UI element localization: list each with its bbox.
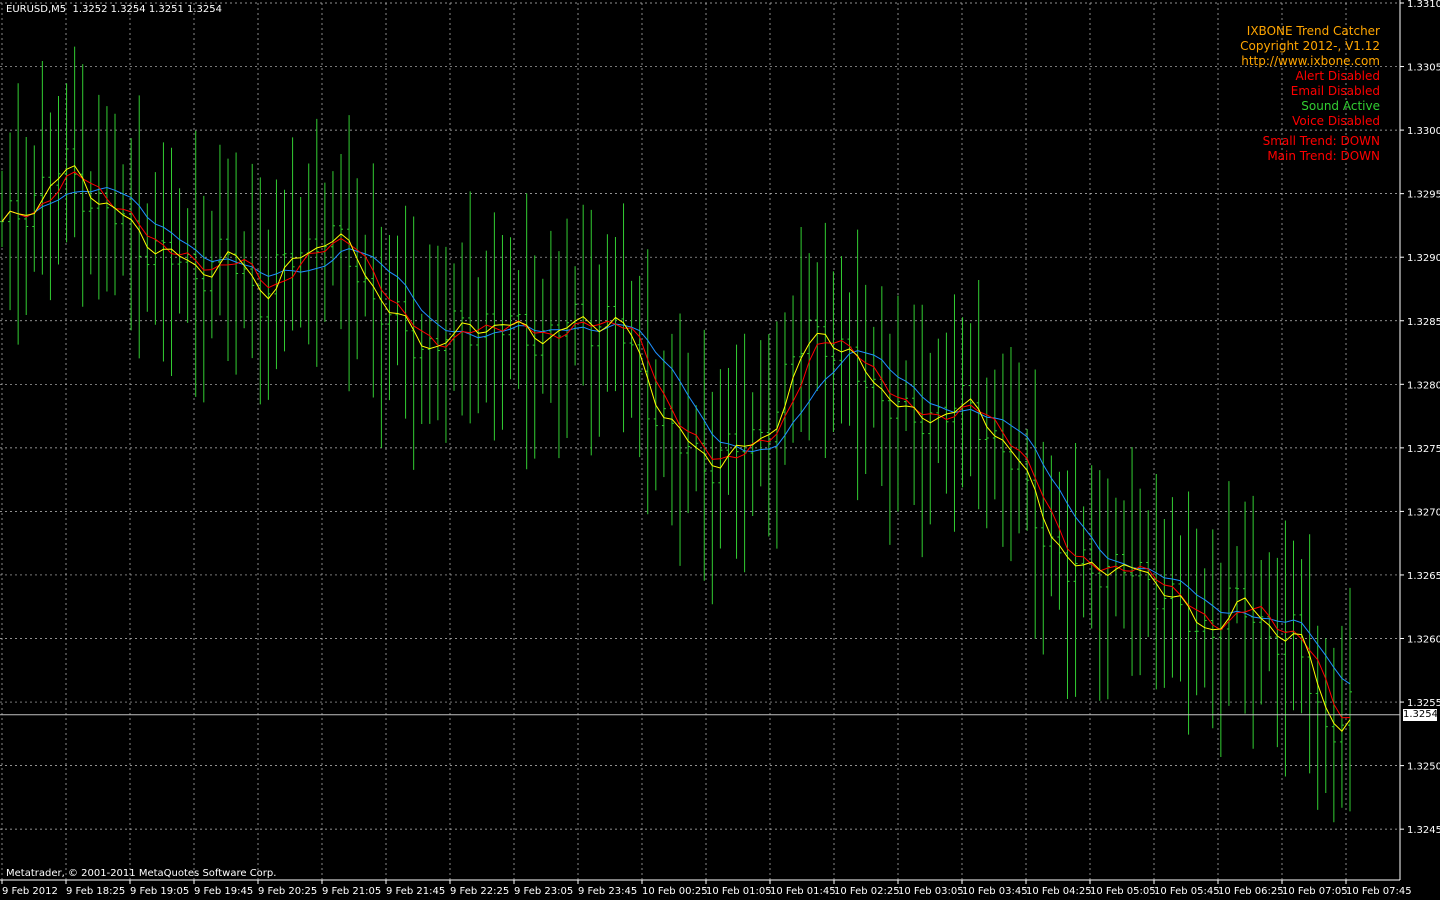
y-tick-label: 1.3290 bbox=[1407, 253, 1440, 264]
y-tick-label: 1.3285 bbox=[1407, 317, 1440, 328]
y-tick-label: 1.3270 bbox=[1407, 507, 1440, 518]
x-tick-label: 9 Feb 19:05 bbox=[130, 886, 189, 897]
x-tick-label: 9 Feb 22:25 bbox=[450, 886, 509, 897]
x-tick-label: 10 Feb 05:05 bbox=[1090, 886, 1156, 897]
indicator-title: IXBONE Trend Catcher bbox=[1246, 24, 1380, 38]
x-tick-label: 10 Feb 07:45 bbox=[1346, 886, 1412, 897]
y-tick-label: 1.3275 bbox=[1407, 444, 1440, 455]
x-tick-label: 10 Feb 03:05 bbox=[898, 886, 964, 897]
price-chart[interactable]: 1.3310 1.3305 1.3300 1.3295 1.3290 1.3285 1.32… bbox=[0, 0, 1440, 900]
y-tick-label: 1.3265 bbox=[1407, 571, 1440, 582]
x-tick-label: 9 Feb 2012 bbox=[2, 886, 58, 897]
y-tick-label: 1.3295 bbox=[1407, 190, 1440, 201]
x-tick-label: 10 Feb 05:45 bbox=[1154, 886, 1220, 897]
sound-status: Sound Active bbox=[1301, 99, 1380, 113]
ohlc-values: 1.3252 1.3254 1.3251 1.3254 bbox=[72, 4, 222, 15]
footer-copyright: Metatrader, © 2001-2011 MetaQuotes Softw… bbox=[6, 868, 277, 879]
alert-status: Alert Disabled bbox=[1295, 69, 1380, 83]
main-trend: Main Trend: DOWN bbox=[1267, 149, 1380, 163]
x-tick-label: 9 Feb 23:45 bbox=[578, 886, 637, 897]
voice-status: Voice Disabled bbox=[1292, 114, 1380, 128]
x-tick-label: 10 Feb 02:25 bbox=[834, 886, 900, 897]
y-tick-label: 1.3245 bbox=[1407, 825, 1440, 836]
time-axis: 9 Feb 2012 9 Feb 18:25 9 Feb 19:05 9 Feb 19… bbox=[1, 880, 1412, 897]
y-tick-label: 1.3250 bbox=[1407, 762, 1440, 773]
indicator-copyright: Copyright 2012-, V1.12 bbox=[1240, 39, 1380, 53]
x-tick-label: 10 Feb 01:05 bbox=[706, 886, 772, 897]
x-tick-label: 10 Feb 03:45 bbox=[962, 886, 1028, 897]
chart-header: EURUSD,M5 1.3252 1.3254 1.3251 1.3254 bbox=[6, 4, 222, 15]
y-tick-label: 1.3255 bbox=[1407, 698, 1440, 709]
x-tick-label: 9 Feb 21:45 bbox=[386, 886, 445, 897]
small-trend: Small Trend: DOWN bbox=[1262, 134, 1380, 148]
x-tick-label: 9 Feb 21:05 bbox=[322, 886, 381, 897]
x-tick-label: 9 Feb 19:45 bbox=[194, 886, 253, 897]
y-tick-label: 1.3280 bbox=[1407, 380, 1440, 391]
current-price-label: 1.3254 bbox=[1403, 708, 1438, 721]
email-status: Email Disabled bbox=[1290, 84, 1380, 98]
x-tick-label: 9 Feb 18:25 bbox=[66, 886, 125, 897]
price-bars bbox=[0, 46, 1352, 823]
x-tick-label: 10 Feb 00:25 bbox=[642, 886, 708, 897]
y-tick-label: 1.3300 bbox=[1407, 126, 1440, 137]
x-tick-label: 10 Feb 06:25 bbox=[1218, 886, 1284, 897]
x-tick-label: 10 Feb 07:05 bbox=[1282, 886, 1348, 897]
indicator-url: http://www.ixbone.com bbox=[1241, 54, 1380, 68]
y-tick-label: 1.3260 bbox=[1407, 635, 1440, 646]
x-tick-label: 10 Feb 04:25 bbox=[1026, 886, 1092, 897]
y-tick-label: 1.3310 bbox=[1407, 0, 1440, 10]
y-tick-label: 1.3305 bbox=[1407, 63, 1440, 74]
x-tick-label: 10 Feb 01:45 bbox=[770, 886, 836, 897]
x-tick-label: 9 Feb 23:05 bbox=[514, 886, 573, 897]
x-tick-label: 9 Feb 20:25 bbox=[258, 886, 317, 897]
symbol-label: EURUSD,M5 bbox=[6, 4, 67, 15]
